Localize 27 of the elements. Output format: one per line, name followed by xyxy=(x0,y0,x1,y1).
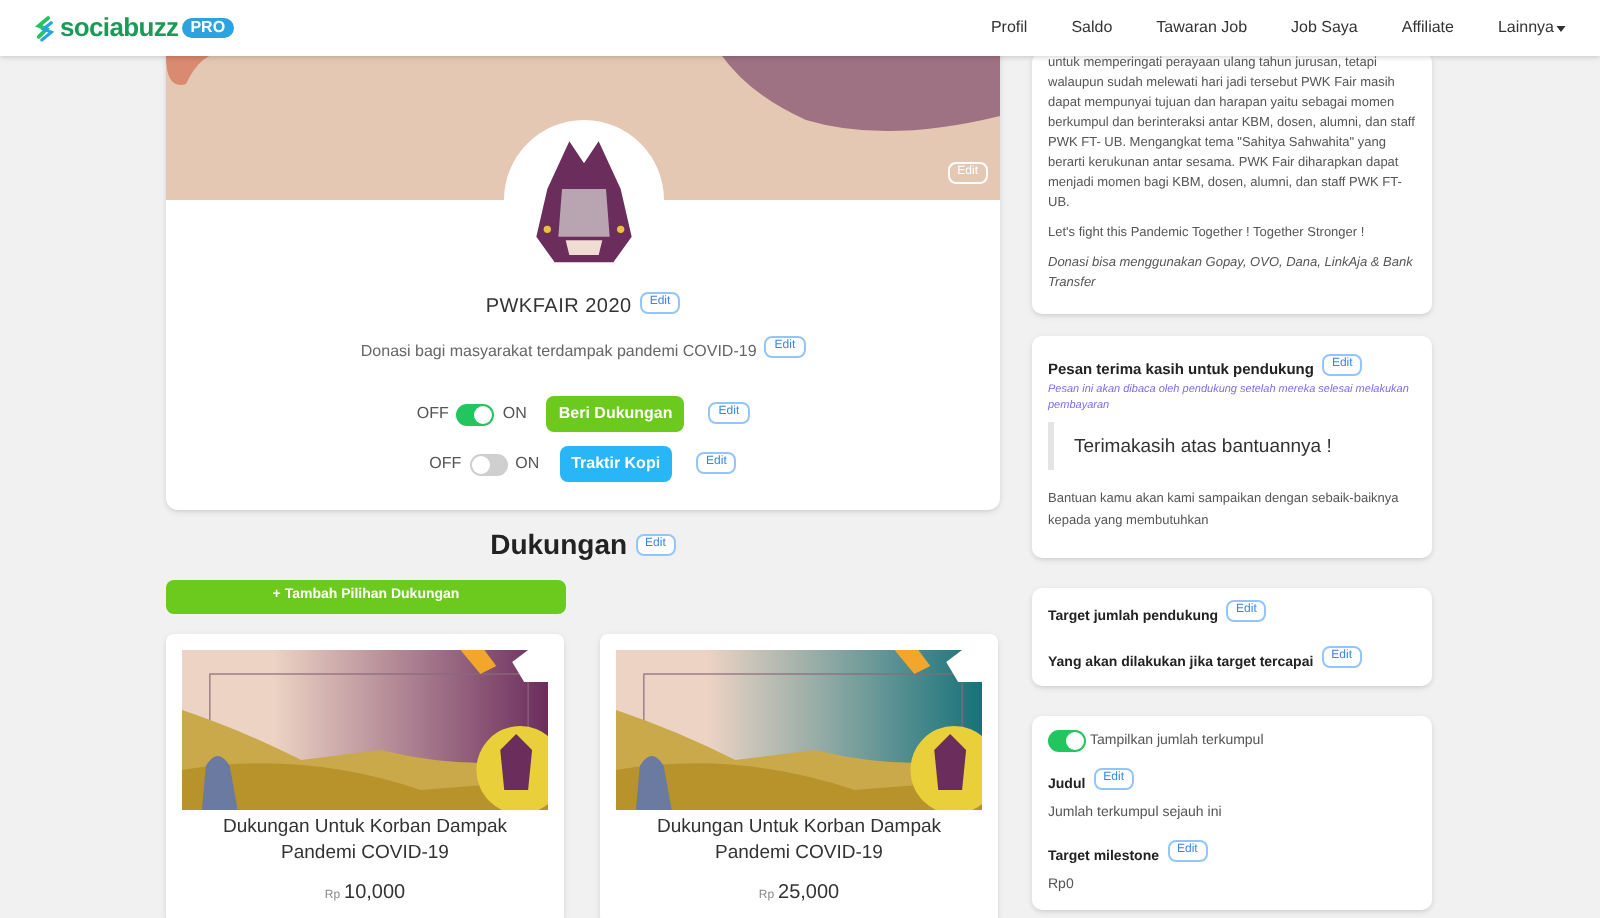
on-label: ON xyxy=(515,452,540,476)
off-label: OFF xyxy=(429,452,462,476)
nav-link[interactable]: Job Saya xyxy=(1291,16,1358,40)
nav-link[interactable]: Saldo xyxy=(1071,16,1113,40)
support-title: Dukungan Untuk Korban Dampak Pandemi COVID-19 xyxy=(220,814,510,866)
toggle-switch[interactable] xyxy=(469,453,508,475)
toggle-switch[interactable] xyxy=(456,403,495,425)
quote-text: Terimakasih atas bantuannya ! xyxy=(1074,436,1332,458)
support-price: 25,000 xyxy=(778,882,840,906)
support-price: 10,000 xyxy=(344,882,406,906)
toggle-switch[interactable] xyxy=(1048,730,1086,752)
logo-icon xyxy=(34,15,56,41)
nav-dropdown[interactable]: Lainnya xyxy=(1497,16,1566,40)
campaign-description: Donasi bagi masyarakat terdampak pandemi COVID-19 xyxy=(360,342,757,360)
action-button[interactable]: Traktir Kopi xyxy=(559,446,673,482)
brand-name: sociabuzz xyxy=(60,10,179,47)
action-button[interactable]: Beri Dukungan xyxy=(546,396,685,432)
on-label: ON xyxy=(502,402,527,426)
nav-link[interactable]: Affiliate xyxy=(1401,16,1454,40)
support-title: Dukungan Untuk Korban Dampak Pandemi COVID-19 xyxy=(654,814,944,866)
pro-badge: PRO xyxy=(182,18,234,38)
section-title: Dukungan xyxy=(490,528,628,560)
campaign-title: PWKFAIR 2020 xyxy=(485,296,632,318)
caret-icon xyxy=(1556,25,1566,31)
nav-link[interactable]: Profil xyxy=(990,16,1028,40)
nav-link[interactable]: Tawaran Job xyxy=(1156,16,1248,40)
off-label: OFF xyxy=(416,402,449,426)
